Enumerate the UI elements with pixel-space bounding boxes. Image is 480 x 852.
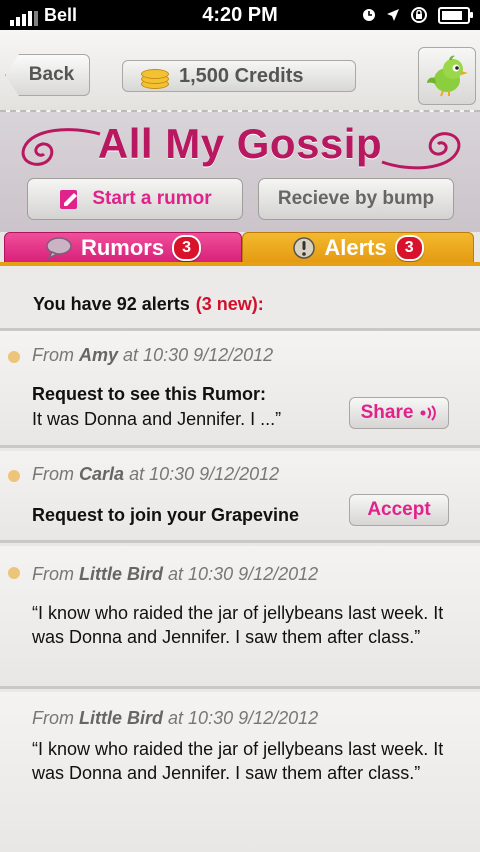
request-title: Request to see this Rumor: — [32, 384, 267, 404]
tab-rumors[interactable]: Rumors 3 — [4, 232, 242, 264]
credits-label: 1,500 Credits — [179, 64, 304, 87]
bird-icon — [427, 55, 468, 97]
share-label: Share — [360, 402, 414, 423]
unread-dot — [8, 351, 20, 363]
alerts-summary: You have 92 alerts (3 new): — [0, 266, 480, 331]
status-icons — [362, 6, 473, 24]
swirl-right-icon — [381, 132, 461, 170]
coins-icon — [139, 65, 169, 89]
tab-alerts-label: Alerts — [324, 235, 387, 260]
tab-alerts[interactable]: Alerts 3 — [242, 232, 474, 264]
location-arrow-icon — [387, 9, 399, 21]
summary-count: You have 92 alerts — [33, 294, 190, 314]
list-item[interactable]: From Amy at 10:30 9/12/2012 Request to s… — [0, 331, 480, 448]
rotation-lock-icon — [411, 7, 427, 23]
alert-message: “I know who raided the jar of jellybeans… — [32, 603, 444, 647]
list-item[interactable]: From Carla at 10:30 9/12/2012 Request to… — [0, 451, 480, 543]
accept-button[interactable]: Accept — [349, 494, 449, 526]
alert-from: From Carla at 10:30 9/12/2012 — [32, 464, 280, 484]
receive-by-bump-label: Recieve by bump — [277, 188, 435, 209]
bird-avatar-button[interactable] — [418, 47, 476, 105]
rumors-count-badge: 3 — [172, 235, 202, 261]
alerts-count-badge: 3 — [394, 235, 424, 261]
share-button[interactable]: Share — [349, 397, 449, 429]
tab-bar: Rumors 3 Alerts 3 — [0, 232, 480, 266]
status-bar: Bell 4:20 PM — [0, 0, 480, 30]
credits-button[interactable]: 1,500 Credits — [122, 60, 356, 92]
receive-by-bump-button[interactable]: Recieve by bump — [258, 178, 454, 220]
alert-message: It was Donna and Jennifer. I ...” — [32, 409, 282, 429]
clock-icon — [363, 9, 375, 21]
broadcast-icon — [420, 405, 437, 421]
summary-new: (3 new): — [195, 294, 264, 314]
alert-from: From Amy at 10:30 9/12/2012 — [32, 345, 274, 365]
list-item[interactable]: From Little Bird at 10:30 9/12/2012 “I k… — [0, 692, 480, 852]
accept-label: Accept — [367, 499, 431, 520]
tab-rumors-label: Rumors — [80, 235, 165, 260]
start-rumor-label: Start a rumor — [92, 188, 212, 209]
pencil-note-icon — [60, 190, 78, 209]
start-rumor-button[interactable]: Start a rumor — [27, 178, 243, 220]
alert-from: From Little Bird at 10:30 9/12/2012 — [32, 708, 319, 728]
alert-message: “I know who raided the jar of jellybeans… — [32, 739, 444, 783]
battery-icon — [438, 6, 473, 24]
unread-dot — [8, 567, 20, 579]
request-title: Request to join your Grapevine — [32, 505, 300, 525]
sender-name: Carla — [79, 464, 125, 484]
exclamation-icon — [293, 237, 316, 259]
speech-bubble-icon — [46, 237, 72, 260]
sender-name: Amy — [79, 345, 119, 365]
unread-dot — [8, 470, 20, 482]
alert-from: From Little Bird at 10:30 9/12/2012 — [32, 564, 319, 584]
back-button[interactable]: Back — [5, 54, 90, 96]
summary-text: You have 92 alerts (3 new): — [33, 294, 264, 315]
sender-name: Little Bird — [79, 708, 164, 728]
list-item[interactable]: From Little Bird at 10:30 9/12/2012 “I k… — [0, 546, 480, 689]
navigation-bar: Back 1,500 Credits — [0, 30, 480, 112]
sender-name: Little Bird — [79, 564, 164, 584]
